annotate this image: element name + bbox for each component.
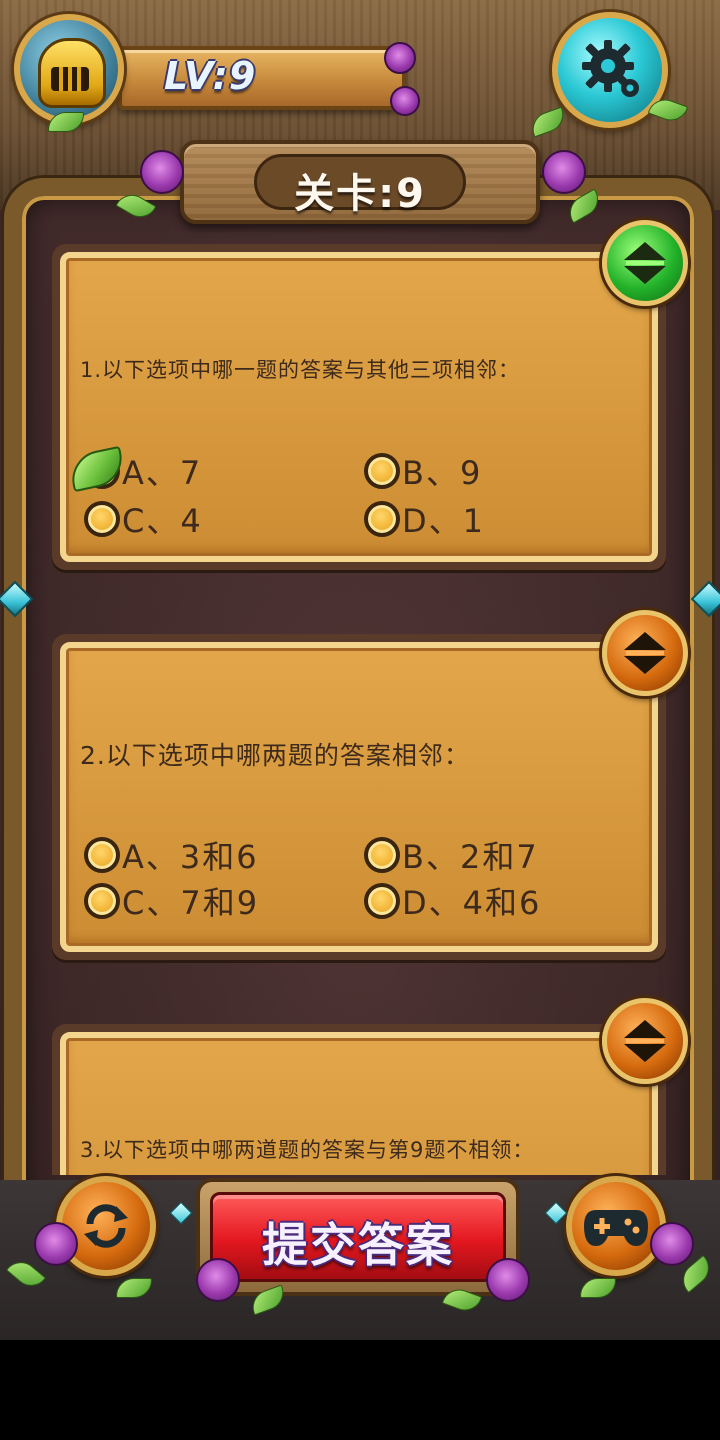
expand-collapse-arrows-icon (624, 1020, 666, 1062)
question-1-toggle-button[interactable] (602, 220, 688, 306)
option-d[interactable]: D、4和6 (364, 878, 541, 924)
option-d[interactable]: D、1 (364, 496, 485, 542)
option-c[interactable]: C、7和9 (84, 878, 259, 924)
radio-button[interactable] (84, 883, 120, 919)
flower-decoration (140, 150, 184, 194)
game-button[interactable] (566, 1176, 666, 1276)
question-text: 1.以下选项中哪一题的答案与其他三项相邻： (80, 358, 521, 382)
radio-button[interactable] (364, 883, 400, 919)
radio-button[interactable] (84, 837, 120, 873)
flower-decoration (34, 1222, 78, 1266)
level-label: LV:9 (164, 54, 257, 98)
refresh-icon (84, 1204, 128, 1248)
option-label: A、3和6 (122, 838, 259, 876)
gamepad-icon (584, 1210, 648, 1246)
stage-label: 关卡:9 (294, 171, 426, 217)
submit-label: 提交答案 (262, 1218, 454, 1272)
refresh-button[interactable] (56, 1176, 156, 1276)
flower-decoration (390, 86, 420, 116)
option-label: B、2和7 (402, 838, 539, 876)
option-label: A、7 (122, 454, 203, 492)
flower-decoration (650, 1222, 694, 1266)
question-card-3: 3.以下选项中哪两道题的答案与第9题不相领： (52, 1024, 666, 1175)
leaf-check-icon (66, 445, 128, 493)
option-a[interactable]: A、7 (66, 445, 203, 494)
option-a[interactable]: A、3和6 (84, 832, 259, 878)
flower-decoration (384, 42, 416, 74)
option-label: B、9 (402, 454, 483, 492)
option-label: D、1 (402, 502, 486, 540)
flower-decoration (542, 150, 586, 194)
flower-decoration (486, 1258, 530, 1302)
gear-icon (582, 40, 639, 97)
option-c[interactable]: C、4 (84, 496, 203, 542)
question-card-1: 1.以下选项中哪一题的答案与其他三项相邻： A、7 B、9 C、4 D、1 (52, 244, 666, 570)
option-label: C、7和9 (122, 884, 260, 922)
stage-sign: 关卡:9 (180, 140, 540, 224)
radio-button[interactable] (364, 501, 400, 537)
option-b[interactable]: B、9 (364, 448, 482, 494)
questions-list[interactable]: 1.以下选项中哪一题的答案与其他三项相邻： A、7 B、9 C、4 D、1 2.… (52, 240, 672, 1175)
radio-button[interactable] (364, 453, 400, 489)
option-label: D、4和6 (402, 884, 542, 922)
expand-collapse-arrows-icon (624, 632, 666, 674)
question-2-toggle-button[interactable] (602, 610, 688, 696)
submit-answers-button[interactable]: 提交答案 (196, 1178, 520, 1296)
radio-button[interactable] (84, 501, 120, 537)
expand-collapse-arrows-icon (624, 242, 666, 284)
option-label: C、4 (122, 502, 203, 540)
question-text: 3.以下选项中哪两道题的答案与第9题不相领： (80, 1138, 535, 1162)
option-b[interactable]: B、2和7 (364, 832, 539, 878)
knight-helmet-icon (38, 38, 106, 108)
question-3-toggle-button[interactable] (602, 998, 688, 1084)
question-text: 2.以下选项中哪两题的答案相邻： (80, 741, 470, 770)
level-bar: LV:9 (118, 46, 406, 110)
flower-decoration (196, 1258, 240, 1302)
game-screen: LV:9 关卡:9 1.以下选项中哪一题的答案与其他三项相邻： A、7 B、9 … (0, 0, 720, 1340)
player-avatar[interactable] (14, 14, 124, 124)
question-card-2: 2.以下选项中哪两题的答案相邻： A、3和6 B、2和7 C、7和9 D、4和6 (52, 634, 666, 960)
radio-button[interactable] (364, 837, 400, 873)
